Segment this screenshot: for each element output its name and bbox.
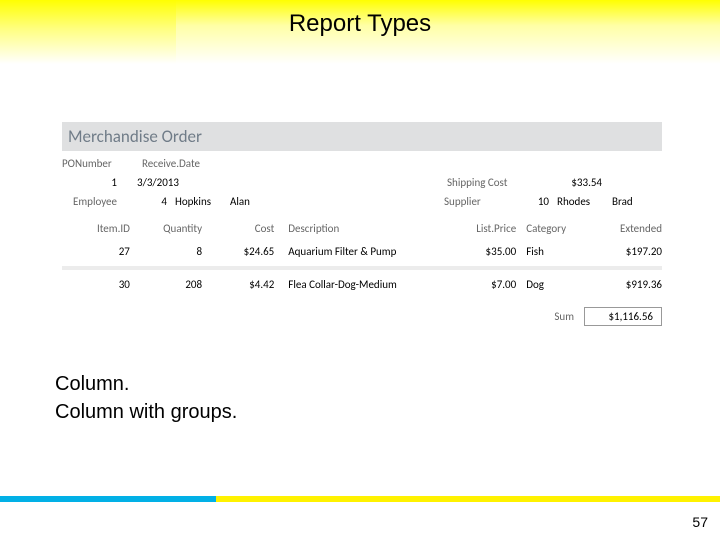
cell-desc: Flea Collar-Dog-Medium (288, 278, 443, 291)
value-employee-last: Hopkins (175, 195, 230, 208)
value-supplier-last: Rhodes (557, 195, 612, 208)
table-row: 30 208 $4.42 Flea Collar-Dog-Medium $7.0… (62, 272, 662, 297)
value-ponumber: 1 (62, 176, 117, 189)
value-supplier-id: 10 (499, 195, 549, 208)
cell-ext: $919.36 (594, 278, 662, 291)
col-item: Item.ID (62, 222, 144, 235)
header-values-2: Employee 4 Hopkins Alan Supplier 10 Rhod… (62, 195, 662, 208)
value-supplier-first: Brad (612, 195, 662, 208)
row-divider (62, 266, 662, 270)
label-employee: Employee (62, 195, 117, 208)
page-title: Report Types (0, 10, 720, 38)
table-headers: Item.ID Quantity Cost Description List.P… (62, 214, 662, 239)
col-cat: Category (526, 222, 594, 235)
table-row: 27 8 $24.65 Aquarium Filter & Pump $35.0… (62, 239, 662, 264)
bullet-area: Column. Column with groups. (55, 370, 237, 426)
page-number: 57 (692, 514, 708, 530)
sum-row: Sum $1,116.56 (62, 307, 662, 326)
cell-desc: Aquarium Filter & Pump (288, 245, 443, 258)
bullet-line: Column with groups. (55, 398, 237, 426)
cell-cat: Dog (526, 278, 594, 291)
col-list: List.Price (443, 222, 526, 235)
cell-item: 27 (62, 245, 144, 258)
cell-list: $35.00 (443, 245, 526, 258)
cell-qty: 8 (144, 245, 216, 258)
cell-cat: Fish (526, 245, 594, 258)
header-values-1: 1 3/3/2013 Shipping Cost $33.54 (62, 176, 662, 189)
label-receive-date: Receive.Date (142, 157, 227, 170)
bullet-line: Column. (55, 370, 237, 398)
label-shipping-cost: Shipping Cost (447, 176, 532, 189)
col-desc: Description (288, 222, 443, 235)
cell-cost: $4.42 (216, 278, 288, 291)
value-employee-first: Alan (230, 195, 290, 208)
sum-value: $1,116.56 (584, 307, 662, 326)
report-heading: Merchandise Order (62, 122, 662, 151)
sum-label: Sum (554, 310, 574, 323)
value-employee-id: 4 (117, 195, 167, 208)
cell-list: $7.00 (443, 278, 526, 291)
value-shipping-cost: $33.54 (532, 176, 602, 189)
value-receive-date: 3/3/2013 (137, 176, 222, 189)
report-example: Merchandise Order PONumber Receive.Date … (62, 122, 662, 326)
col-qty: Quantity (144, 222, 216, 235)
col-cost: Cost (216, 222, 288, 235)
header-labels-1: PONumber Receive.Date (62, 157, 662, 170)
col-ext: Extended (594, 222, 662, 235)
slide: Report Types Merchandise Order PONumber … (0, 0, 720, 540)
cell-item: 30 (62, 278, 144, 291)
cell-qty: 208 (144, 278, 216, 291)
footer-accent-bar (0, 496, 720, 502)
label-ponumber: PONumber (62, 157, 122, 170)
label-supplier: Supplier (444, 195, 499, 208)
cell-ext: $197.20 (594, 245, 662, 258)
cell-cost: $24.65 (216, 245, 288, 258)
